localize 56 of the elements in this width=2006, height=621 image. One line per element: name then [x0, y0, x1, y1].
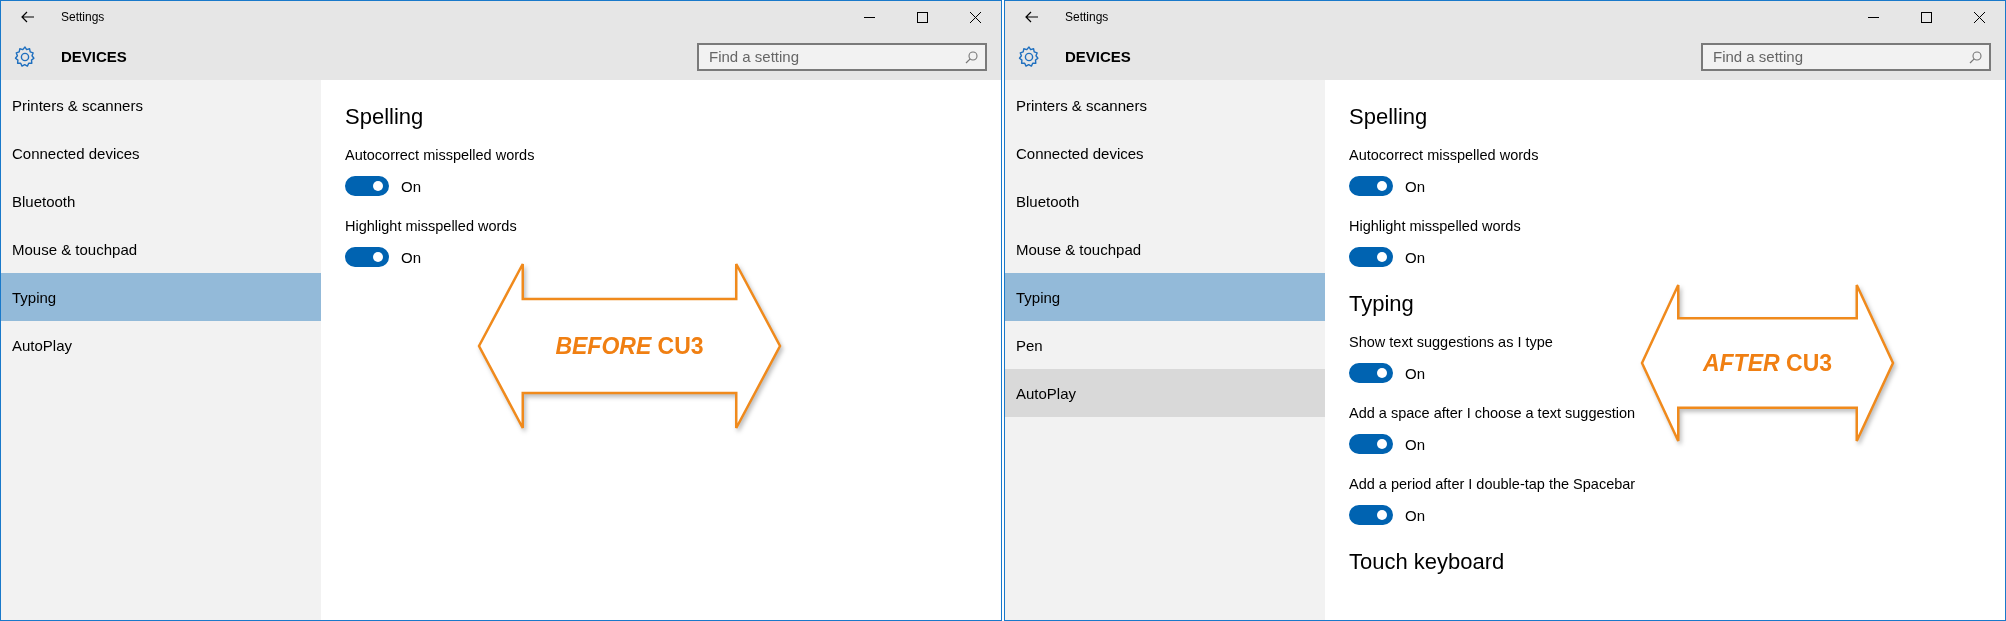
- sidebar-item[interactable]: Printers & scanners: [1, 81, 321, 129]
- sidebar-item[interactable]: Typing: [1, 273, 321, 321]
- maximize-icon[interactable]: [1921, 11, 1932, 23]
- sidebar-item[interactable]: Mouse & touchpad: [1, 225, 321, 273]
- search-icon: [1969, 50, 1982, 64]
- toggle-state: On: [401, 248, 421, 266]
- callout-label: BEFORE CU3: [555, 332, 704, 360]
- setting-label: Add a period after I double-tap the Spacebar: [1349, 475, 1636, 493]
- toggle-state: On: [1405, 248, 1425, 266]
- setting-label: Autocorrect misspelled words: [345, 146, 535, 164]
- setting-label: Add a space after I choose a text suggestion: [1349, 404, 1636, 422]
- toggle-switch[interactable]: [1349, 434, 1393, 454]
- toggle-state: On: [1405, 506, 1425, 524]
- sidebar-item[interactable]: Printers & scanners: [1005, 81, 1325, 129]
- callout-label: AFTER CU3: [1702, 349, 1833, 377]
- section-heading: Spelling: [1349, 103, 1429, 131]
- sidebar-item[interactable]: AutoPlay: [1005, 369, 1325, 417]
- sidebar-item[interactable]: AutoPlay: [1, 321, 321, 369]
- setting-label: Highlight misspelled words: [1349, 217, 1521, 235]
- toggle-switch[interactable]: [1349, 363, 1393, 383]
- section-heading: Typing: [1349, 290, 1415, 318]
- search-icon: [965, 50, 978, 64]
- maximize-icon[interactable]: [917, 11, 928, 23]
- settings-icon: [1017, 44, 1041, 69]
- toggle-state: On: [1405, 364, 1425, 382]
- toggle-switch[interactable]: [345, 176, 389, 196]
- search-field[interactable]: Find a setting: [697, 42, 987, 71]
- toggle-switch[interactable]: [1349, 247, 1393, 267]
- settings-icon: [13, 44, 37, 69]
- close-icon[interactable]: [970, 11, 981, 23]
- sidebar-item[interactable]: Pen: [1005, 321, 1325, 369]
- sidebar-item[interactable]: Bluetooth: [1, 177, 321, 225]
- page-heading: DEVICES: [61, 48, 127, 65]
- back-arrow-icon[interactable]: [21, 11, 35, 23]
- toggle-state: On: [1405, 435, 1425, 453]
- toggle-switch[interactable]: [1349, 176, 1393, 196]
- toggle-switch[interactable]: [1349, 505, 1393, 525]
- close-icon[interactable]: [1974, 11, 1985, 23]
- sidebar-item[interactable]: Typing: [1005, 273, 1325, 321]
- toggle-state: On: [401, 177, 421, 195]
- toggle-switch[interactable]: [345, 247, 389, 267]
- setting-label: Show text suggestions as I type: [1349, 333, 1553, 351]
- back-arrow-icon[interactable]: [1025, 11, 1039, 23]
- page-heading: DEVICES: [1065, 48, 1131, 65]
- sidebar-item[interactable]: Connected devices: [1005, 129, 1325, 177]
- setting-label: Highlight misspelled words: [345, 217, 517, 235]
- window-title: Settings: [1065, 10, 1109, 24]
- section-heading: Touch keyboard: [1349, 548, 1506, 576]
- toggle-state: On: [1405, 177, 1425, 195]
- sidebar-item[interactable]: Connected devices: [1, 129, 321, 177]
- sidebar-item[interactable]: Bluetooth: [1005, 177, 1325, 225]
- sidebar-item[interactable]: Mouse & touchpad: [1005, 225, 1325, 273]
- section-heading: Spelling: [345, 103, 425, 131]
- window-title: Settings: [61, 10, 105, 24]
- search-field[interactable]: Find a setting: [1701, 42, 1991, 71]
- setting-label: Autocorrect misspelled words: [1349, 146, 1539, 164]
